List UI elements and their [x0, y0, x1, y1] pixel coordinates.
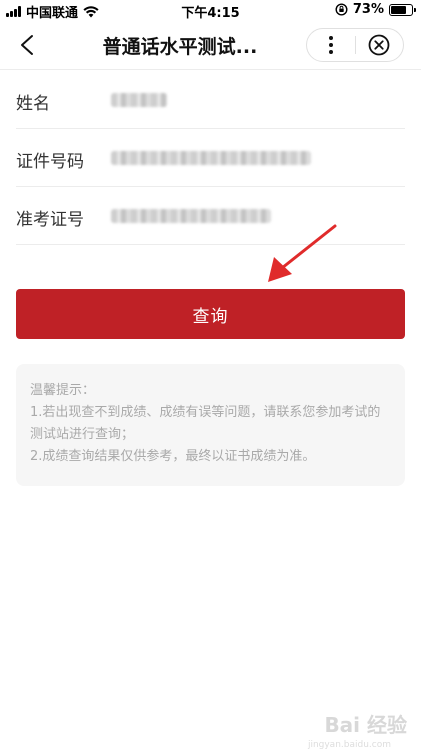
baidu-watermark-url: jingyan.baidu.com: [307, 740, 391, 750]
status-right: 73%: [335, 2, 416, 17]
tips-title: 温馨提示：: [30, 383, 96, 398]
more-vertical-icon: [328, 36, 333, 54]
ticket-number-value-redacted: [111, 209, 271, 223]
page-title: 普通话水平测试...: [102, 36, 258, 58]
name-label: 姓名: [16, 94, 50, 114]
ticket-number-label: 准考证号: [16, 210, 84, 230]
tips-line-2: 2.成绩查询结果仅供参考，最终以证书成绩为准。: [30, 449, 316, 464]
name-value-redacted: [111, 93, 167, 107]
id-number-label: 证件号码: [16, 152, 84, 172]
close-button[interactable]: [356, 29, 404, 61]
battery-icon: [389, 3, 416, 16]
close-circle-icon: [368, 34, 390, 56]
query-button[interactable]: 查询: [16, 289, 405, 339]
battery-fill: [391, 5, 406, 14]
status-bar: 中国联通 下午4:15 73%: [0, 0, 421, 21]
id-number-value-redacted: [111, 151, 311, 165]
chevron-left-icon: [21, 35, 33, 55]
nav-bar: 普通话水平测试...: [0, 22, 421, 70]
name-row: 姓名: [16, 71, 405, 129]
orientation-lock-icon: [335, 3, 348, 16]
red-arrow-annotation: [268, 224, 337, 282]
back-button[interactable]: [12, 30, 42, 60]
battery-percent: 73%: [352, 2, 384, 17]
tips-box: 温馨提示： 1.若出现查不到成绩、成绩有误等问题，请联系您参加考试的测试站进行查…: [16, 364, 405, 486]
more-button[interactable]: [307, 29, 355, 61]
tips-line-1: 1.若出现查不到成绩、成绩有误等问题，请联系您参加考试的测试站进行查询；: [30, 405, 381, 442]
mini-program-capsule: [306, 28, 404, 62]
ticket-number-row: 准考证号: [16, 187, 405, 245]
id-number-row: 证件号码: [16, 129, 405, 187]
baidu-watermark: Bai 经验: [324, 713, 407, 737]
